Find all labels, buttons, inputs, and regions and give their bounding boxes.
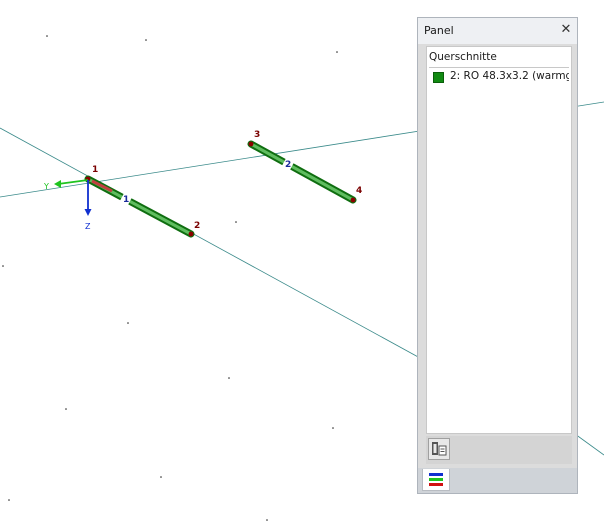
divider [429,67,569,68]
node-2[interactable] [188,231,194,237]
y-axis-arrow [57,179,89,185]
color-swatch [433,72,444,83]
sections-list: Querschnitte 2: RO 48.3x3.2 (warmge [426,46,572,434]
y-axis-label: Y [43,182,49,191]
grid-points [2,35,338,521]
node-4[interactable] [350,197,356,203]
list-item[interactable]: 2: RO 48.3x3.2 (warmge [431,69,569,86]
section-label: 2: RO 48.3x3.2 (warmge [450,70,569,82]
panel-title: Panel [424,24,454,37]
y-axis-arrowhead [54,180,61,188]
member-label-2: 2 [285,160,291,170]
panel: Panel ✕ Querschnitte 2: RO 48.3x3.2 (war… [417,17,578,494]
sections-header: Querschnitte [429,51,497,63]
grid-line [0,127,421,359]
node-label-2: 2 [194,221,200,231]
color-legend-icon [429,473,443,486]
z-axis-label: Z [85,222,91,231]
panel-tabbar [418,468,577,493]
axis-triad: Y Z [43,179,92,231]
member-label-1: 1 [123,195,129,205]
z-axis-arrowhead [84,209,92,216]
node-3[interactable] [248,141,254,147]
tab-color-legend[interactable] [422,469,450,491]
section-settings-button[interactable] [428,438,450,460]
member-2[interactable] [247,140,357,204]
node-label-3: 3 [254,130,260,140]
panel-header: Panel ✕ [418,18,577,44]
panel-toolbar [426,436,572,464]
member-1[interactable] [84,175,195,238]
close-icon[interactable]: ✕ [558,22,574,38]
grid-line [574,433,604,456]
node-label-1: 1 [92,165,98,175]
node-label-4: 4 [356,186,362,196]
section-settings-icon [432,442,447,456]
